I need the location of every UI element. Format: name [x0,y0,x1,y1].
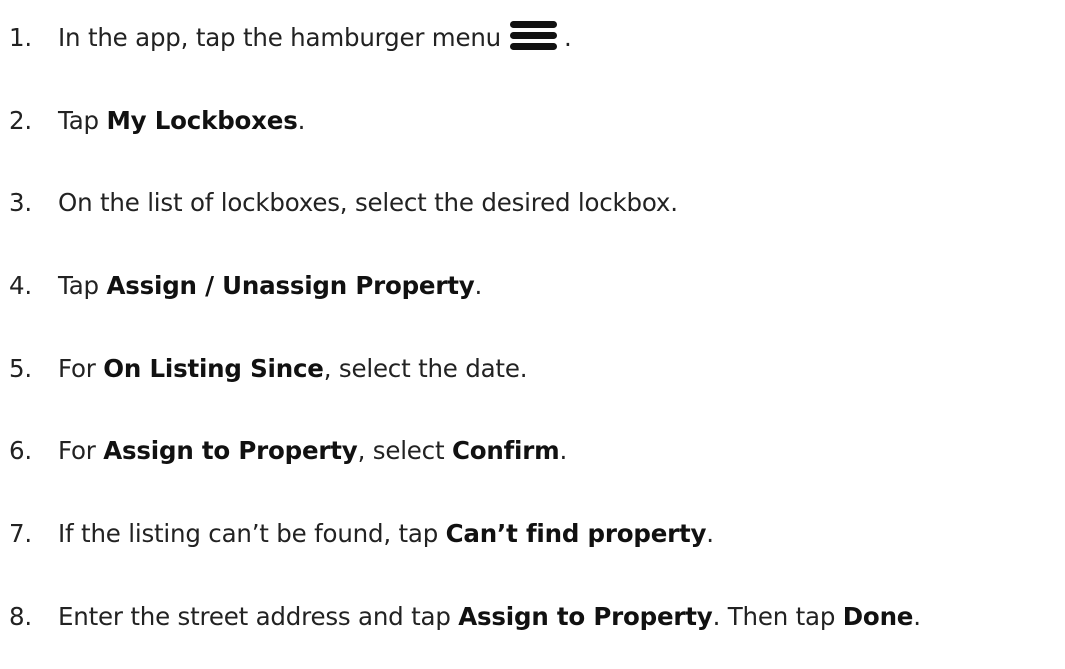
ui-label-confirm: Confirm [451,435,560,465]
step-7: 7. If the listing can’t be found, tap Ca… [9,513,714,553]
ui-label-assign-unassign-property: Assign / Unassign Property [106,270,475,300]
step-6: 6. For Assign to Property , select Confi… [9,430,567,470]
ui-label-assign-to-property: Assign to Property [458,601,713,631]
step-number: 6. [9,435,32,465]
step-text: On the list of lockboxes, select the des… [58,188,678,217]
step-1: 1. In the app, tap the hamburger menu . [9,17,572,57]
step-text: Tap Assign / Unassign Property . [58,271,482,300]
step-text-part: Tap [58,105,107,135]
step-text-part: In the app, tap the hamburger menu [58,22,501,52]
step-3: 3. On the list of lockboxes, select the … [9,182,678,222]
step-text-part: Enter the street address and tap [58,601,459,631]
step-text: For Assign to Property , select Confirm … [58,436,567,465]
step-text: Enter the street address and tap Assign … [58,602,921,631]
instruction-steps: 1. In the app, tap the hamburger menu . … [0,0,1065,669]
step-text: For On Listing Since , select the date. [58,353,528,383]
ui-label-assign-to-property: Assign to Property [103,435,358,465]
ui-label-on-listing-since: On Listing Since [103,353,324,383]
step-text-part: If the listing can’t be found, tap [58,518,446,548]
step-number: 3. [9,187,32,217]
hamburger-menu-icon [510,20,557,50]
step-number: 4. [9,270,32,300]
step-2: 2. Tap My Lockboxes . [9,100,305,140]
step-text-part: . [913,601,921,631]
step-number: 2. [9,105,32,135]
ui-label-cant-find-property: Can’t find property [445,518,707,548]
step-text: If the listing can’t be found, tap Can’t… [58,519,714,548]
step-number: 1. [9,22,32,52]
step-number: 7. [9,518,32,548]
step-text-part: , select [357,435,452,465]
step-text-part: . Then tap [712,601,843,631]
step-text-part: For [58,435,104,465]
step-4: 4. Tap Assign / Unassign Property . [9,265,482,305]
ui-label-done: Done [842,601,914,631]
step-text-part: . [564,22,572,52]
step-number: 5. [9,353,32,383]
step-text-part: On the list of lockboxes, select the des… [58,187,678,217]
step-text: In the app, tap the hamburger menu . [58,20,572,52]
step-text-part: . [706,518,714,548]
step-text-part: . [297,105,306,135]
step-5: 5. For On Listing Since , select the dat… [9,348,528,388]
step-8: 8. Enter the street address and tap Assi… [9,596,921,636]
step-text-part: . [474,270,483,300]
step-text-part: Tap [58,270,107,300]
step-text-part: For [58,353,104,383]
step-text-part: . [559,435,568,465]
ui-label-my-lockboxes: My Lockboxes [106,105,298,135]
step-number: 8. [9,601,32,631]
step-text: Tap My Lockboxes . [58,106,305,135]
step-text-part: , select the date. [323,353,528,383]
